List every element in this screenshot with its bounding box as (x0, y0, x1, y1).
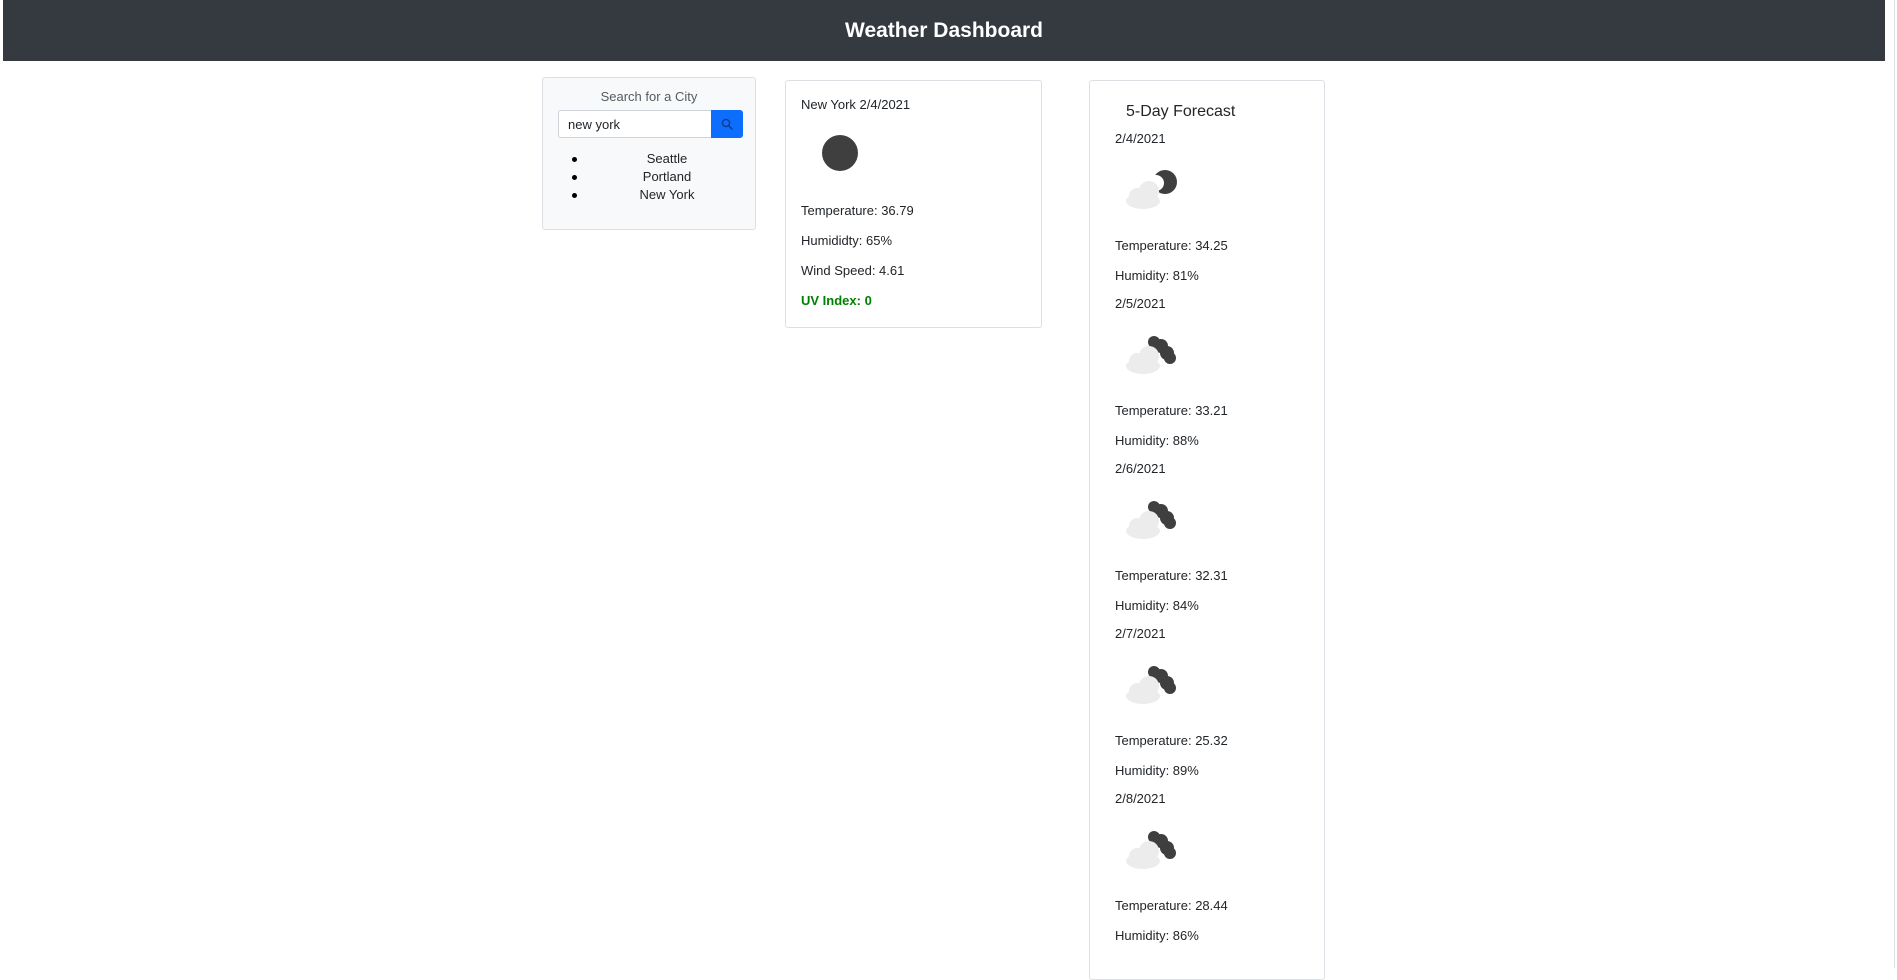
forecast-humidity: Humidity: 88% (1115, 433, 1199, 448)
forecast-humidity: Humidity: 86% (1115, 928, 1199, 943)
forecast-temperature: Temperature: 28.44 (1115, 898, 1228, 913)
forecast-date: 2/6/2021 (1115, 461, 1166, 476)
history-item-seattle[interactable]: Seattle (557, 150, 747, 168)
search-panel: Search for a City Seattle Portland New Y… (542, 77, 756, 230)
search-button[interactable] (711, 110, 743, 138)
list-bullet (572, 175, 577, 180)
list-bullet (572, 157, 577, 162)
broken-clouds-icon (1123, 659, 1183, 705)
history-item-label: New York (639, 187, 695, 202)
history-item-label: Portland (642, 169, 692, 184)
forecast-day: 2/8/2021 Temperature: 28.44 Humidity: 86… (1115, 791, 1315, 956)
current-city-date: New York 2/4/2021 (801, 97, 911, 112)
current-wind-speed: Wind Speed: 4.61 (801, 263, 905, 278)
history-item-portland[interactable]: Portland (557, 168, 747, 186)
current-weather-card: New York 2/4/2021 Temperature: 36.79 Hum… (785, 80, 1042, 328)
broken-clouds-icon (1123, 824, 1183, 870)
forecast-date: 2/5/2021 (1115, 296, 1166, 311)
search-icon (721, 118, 733, 130)
forecast-day: 2/6/2021 Temperature: 32.31 Humidity: 84… (1115, 461, 1315, 626)
search-title: Search for a City (600, 89, 698, 104)
forecast-humidity: Humidity: 89% (1115, 763, 1199, 778)
current-humidity: Humididty: 65% (801, 233, 893, 248)
history-item-label: Seattle (646, 151, 688, 166)
forecast-date: 2/7/2021 (1115, 626, 1166, 641)
forecast-temperature: Temperature: 25.32 (1115, 733, 1228, 748)
history-item-new-york[interactable]: New York (557, 186, 747, 204)
broken-clouds-icon (1123, 494, 1183, 540)
broken-clouds-icon (1123, 329, 1183, 375)
forecast-temperature: Temperature: 34.25 (1115, 238, 1228, 253)
current-temperature: Temperature: 36.79 (801, 203, 914, 218)
page-title: Weather Dashboard (845, 18, 1043, 42)
navbar: Weather Dashboard (3, 0, 1885, 61)
forecast-card: 5-Day Forecast 2/4/2021 Temperature: 34.… (1089, 80, 1325, 980)
city-search-input[interactable] (558, 110, 711, 138)
forecast-day: 2/5/2021 Temperature: 33.21 Humidity: 88… (1115, 296, 1315, 461)
list-bullet (572, 193, 577, 198)
forecast-humidity: Humidity: 84% (1115, 598, 1199, 613)
forecast-date: 2/8/2021 (1115, 791, 1166, 806)
forecast-temperature: Temperature: 33.21 (1115, 403, 1228, 418)
forecast-day: 2/7/2021 Temperature: 25.32 Humidity: 89… (1115, 626, 1315, 791)
forecast-title: 5-Day Forecast (1126, 103, 1236, 120)
forecast-humidity: Humidity: 81% (1115, 268, 1199, 283)
uv-index: UV Index: 0 (801, 293, 872, 308)
forecast-day: 2/4/2021 Temperature: 34.25 Humidity: 81… (1115, 131, 1315, 296)
search-history-list: Seattle Portland New York (557, 150, 747, 204)
partly-cloudy-night-icon (1123, 164, 1183, 210)
page-divider (1894, 0, 1895, 968)
forecast-temperature: Temperature: 32.31 (1115, 568, 1228, 583)
moon-icon (820, 133, 860, 173)
forecast-date: 2/4/2021 (1115, 131, 1166, 146)
